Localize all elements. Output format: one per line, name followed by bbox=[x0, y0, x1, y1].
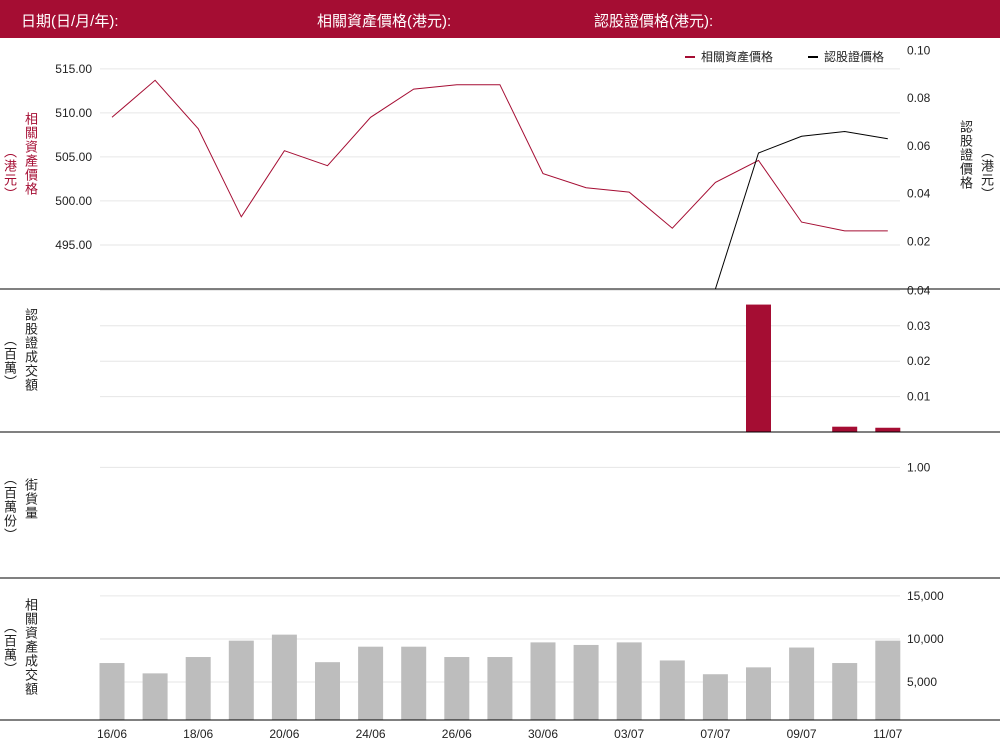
underlying-turnover-bar-12 bbox=[616, 642, 642, 720]
x-tick-label-6: 03/07 bbox=[614, 727, 644, 741]
warrant-turnover-tick-label-3: 0.01 bbox=[907, 390, 931, 404]
warrant-turnover-tick-label-2: 0.02 bbox=[907, 354, 931, 368]
label-layer: 515.00 510.00 505.00 500.00 495.00 0.10 0.08 0.… bbox=[55, 43, 944, 741]
grid-layer bbox=[100, 68, 900, 683]
underlying-turnover-bar-11 bbox=[573, 644, 599, 720]
price-left-tick-label-0: 515.00 bbox=[55, 62, 92, 76]
underlying-turnover-bar-17 bbox=[832, 663, 858, 720]
underlying-turnover-bar-9 bbox=[487, 657, 513, 720]
price-right-tick-label-2: 0.06 bbox=[907, 139, 931, 153]
street-stock-tick-label-0: 1.00 bbox=[907, 460, 931, 474]
marks-layer bbox=[99, 79, 901, 720]
underlying-turnover-bar-1 bbox=[142, 673, 168, 720]
underlying-turnover-tick-label-1: 10,000 bbox=[907, 632, 944, 646]
price-right-tick-label-1: 0.08 bbox=[907, 91, 931, 105]
price-right-tick-label-0: 0.10 bbox=[907, 43, 931, 57]
price-left-tick-label-1: 510.00 bbox=[55, 106, 92, 120]
underlying-turnover-bar-3 bbox=[228, 640, 254, 720]
underlying-turnover-bar-18 bbox=[875, 640, 901, 720]
warrant-turnover-tick-label-0: 0.04 bbox=[907, 283, 931, 297]
x-tick-label-9: 11/07 bbox=[873, 727, 902, 741]
price-left-tick-label-2: 505.00 bbox=[55, 150, 92, 164]
legend-label-underlying: 相關資產價格 bbox=[701, 49, 773, 64]
underlying-turnover-bar-6 bbox=[358, 646, 384, 720]
x-tick-label-7: 07/07 bbox=[700, 727, 730, 741]
underlying-turnover-bar-0 bbox=[99, 663, 125, 720]
underlying-turnover-bar-7 bbox=[401, 646, 427, 720]
warrant-turnover-bar-17 bbox=[832, 426, 858, 432]
chart-legend: 相關資產價格 認股證價格 bbox=[685, 49, 884, 64]
underlying-turnover-bar-4 bbox=[271, 634, 297, 720]
underlying-turnover-bar-2 bbox=[185, 657, 211, 720]
warrant-turnover-bar-18 bbox=[875, 427, 901, 432]
x-tick-label-3: 24/06 bbox=[356, 727, 386, 741]
underlying-turnover-bar-10 bbox=[530, 642, 556, 720]
x-tick-label-4: 26/06 bbox=[442, 727, 472, 741]
x-tick-label-8: 09/07 bbox=[787, 727, 817, 741]
underlying-turnover-tick-label-0: 15,000 bbox=[907, 589, 944, 603]
underlying-turnover-bar-15 bbox=[746, 667, 771, 720]
x-tick-label-2: 20/06 bbox=[269, 727, 299, 741]
underlying-turnover-bar-8 bbox=[444, 657, 470, 720]
x-tick-label-0: 16/06 bbox=[97, 727, 127, 741]
price-right-tick-label-3: 0.04 bbox=[907, 187, 931, 201]
underlying-turnover-bar-13 bbox=[659, 660, 685, 720]
price-right-tick-label-4: 0.02 bbox=[907, 234, 931, 248]
warrant-turnover-bar-15 bbox=[746, 304, 771, 432]
underlying-price-line bbox=[111, 79, 888, 232]
x-tick-label-1: 18/06 bbox=[183, 727, 213, 741]
warrant-chart-svg[interactable]: 515.00 510.00 505.00 500.00 495.00 0.10 0.08 0.… bbox=[0, 0, 1000, 751]
price-left-tick-label-4: 495.00 bbox=[55, 238, 92, 252]
underlying-turnover-bar-5 bbox=[315, 662, 340, 720]
x-tick-label-5: 30/06 bbox=[528, 727, 558, 741]
price-left-tick-label-3: 500.00 bbox=[55, 194, 92, 208]
legend-label-warrant: 認股證價格 bbox=[824, 49, 884, 64]
underlying-turnover-bar-16 bbox=[789, 647, 815, 720]
axis-layer bbox=[0, 288, 1000, 721]
underlying-turnover-tick-label-2: 5,000 bbox=[907, 675, 937, 689]
underlying-turnover-bar-14 bbox=[702, 674, 728, 720]
warrant-price-line bbox=[714, 130, 888, 290]
warrant-turnover-tick-label-1: 0.03 bbox=[907, 319, 931, 333]
